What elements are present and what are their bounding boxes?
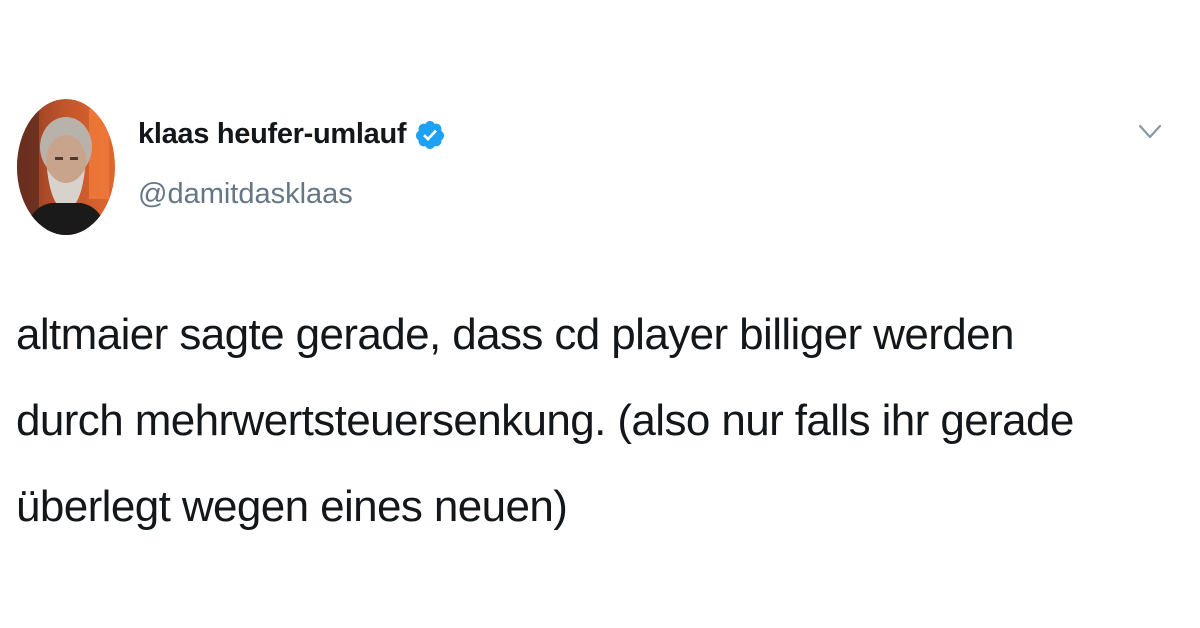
- tweet-card: klaas heufer-umlauf @damitdasklaas altma…: [0, 0, 1200, 628]
- tweet-text: altmaier sagte gerade, dass cd player bi…: [16, 310, 1074, 531]
- verified-badge-icon: [414, 119, 446, 151]
- author-name-row: klaas heufer-umlauf: [138, 118, 446, 151]
- author-handle[interactable]: @damitdasklaas: [138, 178, 353, 211]
- chevron-down-icon[interactable]: [1136, 120, 1164, 144]
- display-name[interactable]: klaas heufer-umlauf: [138, 118, 407, 151]
- avatar[interactable]: [17, 99, 115, 235]
- avatar-image: [17, 99, 115, 235]
